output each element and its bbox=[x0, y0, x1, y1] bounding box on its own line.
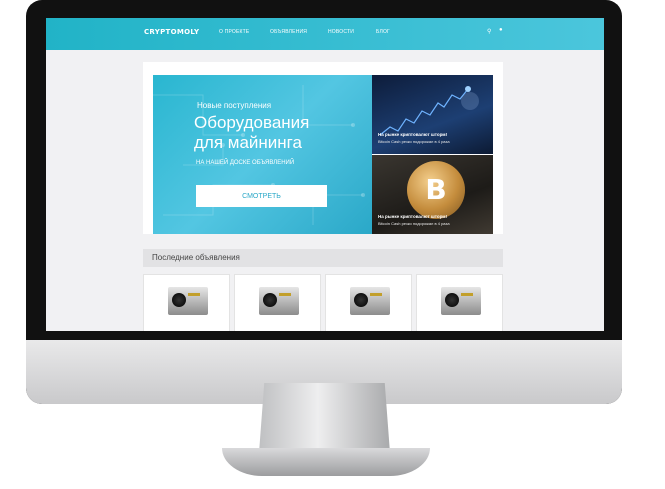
bitcoin-coin-icon: B bbox=[407, 161, 465, 219]
section-title: Последние объявления bbox=[152, 253, 240, 262]
product-card[interactable] bbox=[143, 274, 230, 331]
miner-image bbox=[168, 287, 208, 315]
top-navigation: CRYPTOMOLY О ПРОЕКТЕ ОБЪЯВЛЕНИЯ НОВОСТИ … bbox=[46, 18, 604, 50]
hero-subtitle: Новые поступления bbox=[197, 101, 272, 110]
news-title: На рынке криптовалют шторм! bbox=[378, 214, 448, 219]
latest-ads-header: Последние объявления bbox=[143, 249, 503, 267]
monitor-stand bbox=[259, 383, 390, 453]
hero-note: НА НАШЕЙ ДОСКЕ ОБЪЯВЛЕНИЙ bbox=[196, 160, 295, 166]
news-column: На рынке криптовалют шторм! Bitcoin Cash… bbox=[372, 75, 493, 234]
news-description: Bitcoin Cash резко подорожал в 4 раза bbox=[378, 139, 450, 144]
news-description: Bitcoin Cash резко подорожал в 4 раза bbox=[378, 221, 450, 226]
circuit-pattern bbox=[153, 85, 365, 225]
nav-item-blog[interactable]: БЛОГ bbox=[376, 29, 390, 35]
hero-banner: Новые поступления Оборудования для майни… bbox=[153, 75, 372, 234]
nav-item-ads[interactable]: ОБЪЯВЛЕНИЯ bbox=[270, 29, 307, 35]
product-card[interactable] bbox=[416, 274, 503, 331]
hero-title-line1: Оборудования bbox=[194, 113, 310, 132]
miner-image bbox=[350, 287, 390, 315]
nav-item-news[interactable]: НОВОСТИ bbox=[328, 29, 354, 35]
product-grid bbox=[143, 274, 503, 331]
site-logo[interactable]: CRYPTOMOLY bbox=[144, 28, 199, 36]
news-title: На рынке криптовалют шторм! bbox=[378, 132, 448, 137]
main-content: Новые поступления Оборудования для майни… bbox=[143, 52, 503, 331]
hero-section: Новые поступления Оборудования для майни… bbox=[143, 62, 503, 234]
view-button[interactable]: СМОТРЕТЬ bbox=[196, 185, 327, 207]
hero-title-line2: для майнинга bbox=[194, 133, 302, 152]
user-icon[interactable]: ● bbox=[499, 27, 503, 33]
search-icon[interactable]: ⚲ bbox=[487, 28, 491, 35]
miner-image bbox=[441, 287, 481, 315]
miner-image bbox=[259, 287, 299, 315]
news-card[interactable]: B На рынке криптовалют шторм! Bitcoin Ca… bbox=[372, 155, 493, 234]
monitor-base bbox=[222, 448, 430, 476]
product-card[interactable] bbox=[234, 274, 321, 331]
nav-item-about[interactable]: О ПРОЕКТЕ bbox=[219, 29, 249, 35]
product-card[interactable] bbox=[325, 274, 412, 331]
screen: CRYPTOMOLY О ПРОЕКТЕ ОБЪЯВЛЕНИЯ НОВОСТИ … bbox=[46, 18, 604, 331]
news-card[interactable]: На рынке криптовалют шторм! Bitcoin Cash… bbox=[372, 75, 493, 154]
